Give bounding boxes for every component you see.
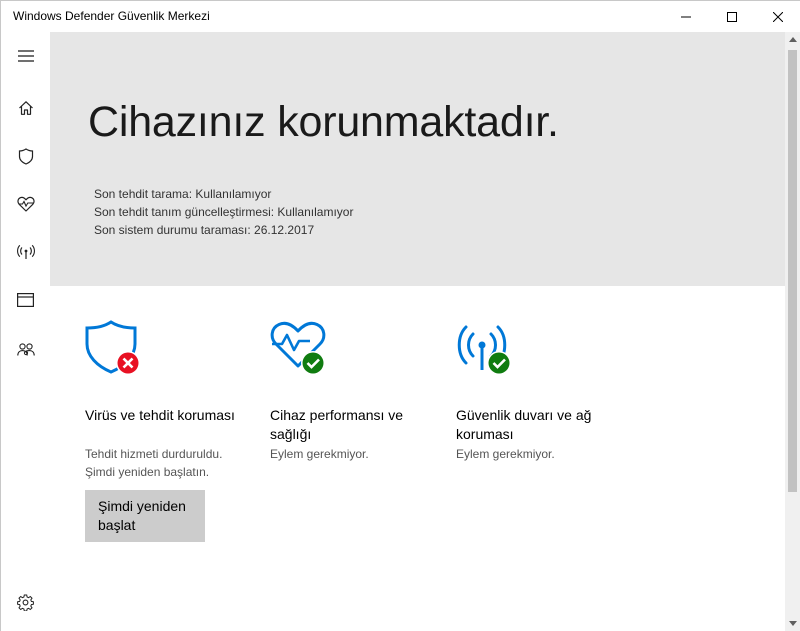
tile-title: Güvenlik duvarı ve ağ koruması xyxy=(456,407,592,442)
app-window: Windows Defender Güvenlik Merkezi Cihazı… xyxy=(0,0,800,631)
maximize-icon xyxy=(727,11,737,22)
chevron-up-icon xyxy=(788,37,797,42)
gear-icon xyxy=(17,594,34,611)
wireless-antenna-icon xyxy=(16,244,35,259)
vertical-scrollbar[interactable] xyxy=(785,32,800,631)
last-health-scan-text: Son sistem durumu taraması: 26.12.2017 xyxy=(94,223,315,237)
sidebar-item-device-health[interactable] xyxy=(1,184,50,224)
tile-status-text: Eylem gerekmiyor. xyxy=(270,447,369,461)
antenna-check-icon xyxy=(456,320,516,376)
sidebar-menu-button[interactable] xyxy=(1,36,50,76)
sidebar-item-virus-protection[interactable] xyxy=(1,136,50,176)
scroll-up-arrow[interactable] xyxy=(785,32,800,47)
shield-error-icon xyxy=(85,320,145,376)
last-definition-update-text: Son tehdit tanım güncelleştirmesi: Kulla… xyxy=(94,205,354,219)
window-title: Windows Defender Güvenlik Merkezi xyxy=(13,9,210,23)
hamburger-menu-icon xyxy=(17,50,34,62)
main-content: Cihazınız korunmaktadır. Son tehdit tara… xyxy=(50,32,785,631)
page-title: Cihazınız korunmaktadır. xyxy=(88,98,559,146)
heart-pulse-icon xyxy=(16,196,35,212)
scrollbar-thumb[interactable] xyxy=(788,50,797,492)
close-icon xyxy=(773,11,783,22)
family-icon xyxy=(16,343,35,356)
minimize-button[interactable] xyxy=(663,1,709,32)
tile-title: Virüs ve tehdit koruması xyxy=(85,407,235,423)
tile-title: Cihaz performansı ve sağlığı xyxy=(270,407,404,442)
maximize-button[interactable] xyxy=(709,1,755,32)
shield-icon xyxy=(18,147,33,165)
sidebar-nav xyxy=(1,32,50,631)
tile-status-text: Tehdit hizmeti durduruldu. Şimdi yeniden… xyxy=(85,447,223,479)
last-threat-scan-text: Son tehdit tarama: Kullanılamıyor xyxy=(94,187,272,201)
heart-check-icon xyxy=(270,320,330,376)
sidebar-item-home[interactable] xyxy=(1,88,50,128)
chevron-down-icon xyxy=(788,621,797,626)
browser-window-icon xyxy=(17,293,34,307)
home-icon xyxy=(18,101,33,115)
status-hero: Cihazınız korunmaktadır. Son tehdit tara… xyxy=(50,32,785,286)
restart-now-button[interactable]: Şimdi yeniden başlat xyxy=(85,490,205,542)
close-button[interactable] xyxy=(755,1,800,32)
sidebar-item-settings[interactable] xyxy=(1,582,50,622)
scroll-down-arrow[interactable] xyxy=(785,616,800,631)
minimize-icon xyxy=(681,16,691,17)
sidebar-item-firewall[interactable] xyxy=(1,232,50,272)
tile-status-text: Eylem gerekmiyor. xyxy=(456,447,555,461)
sidebar-item-app-browser-control[interactable] xyxy=(1,280,50,320)
title-bar: Windows Defender Güvenlik Merkezi xyxy=(1,1,800,32)
sidebar-item-family-options[interactable] xyxy=(1,330,50,370)
